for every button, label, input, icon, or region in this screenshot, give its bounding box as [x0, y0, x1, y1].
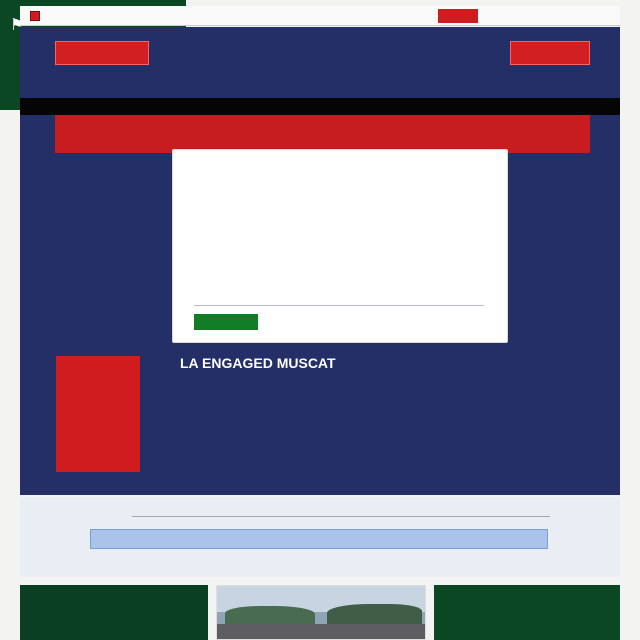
section-title: LA ENGAGED MUSCAT	[180, 355, 336, 371]
sidebar-link[interactable]	[57, 227, 162, 238]
sidebar-link[interactable]	[57, 217, 162, 228]
card-divider	[194, 305, 484, 306]
sidebar-links	[57, 164, 162, 311]
sidebar-link[interactable]	[57, 280, 162, 291]
search-input[interactable]	[90, 529, 548, 549]
left-red-button[interactable]	[55, 41, 149, 65]
sidebar-link[interactable]	[57, 301, 162, 312]
feature-tile-left[interactable]	[20, 585, 208, 640]
sidebar-link[interactable]	[57, 269, 162, 280]
landscape-tree	[327, 604, 422, 624]
landscape-tree	[225, 606, 315, 624]
feature-tile-right[interactable]	[434, 585, 620, 640]
top-button[interactable]	[438, 9, 478, 23]
sidebar-link[interactable]	[57, 185, 162, 196]
sidebar-link[interactable]	[57, 164, 162, 175]
notice-banner	[55, 115, 590, 153]
top-bar	[20, 6, 620, 26]
card-cta-button[interactable]	[194, 314, 258, 330]
feature-image-tile[interactable]	[216, 585, 426, 640]
sidebar-link[interactable]	[57, 259, 162, 270]
black-band	[20, 98, 620, 115]
sidebar-link[interactable]	[57, 206, 162, 217]
sidebar-link[interactable]	[57, 175, 162, 186]
sidebar-link[interactable]	[57, 290, 162, 301]
search-divider	[132, 516, 550, 517]
section-text	[178, 383, 498, 397]
site-logo-icon[interactable]	[30, 11, 40, 21]
sidebar-link[interactable]	[57, 248, 162, 259]
landscape-ground	[217, 624, 425, 639]
promo-box[interactable]	[56, 356, 140, 472]
sidebar-link[interactable]	[57, 238, 162, 249]
right-red-button[interactable]	[510, 41, 590, 65]
sidebar-link[interactable]	[57, 196, 162, 207]
